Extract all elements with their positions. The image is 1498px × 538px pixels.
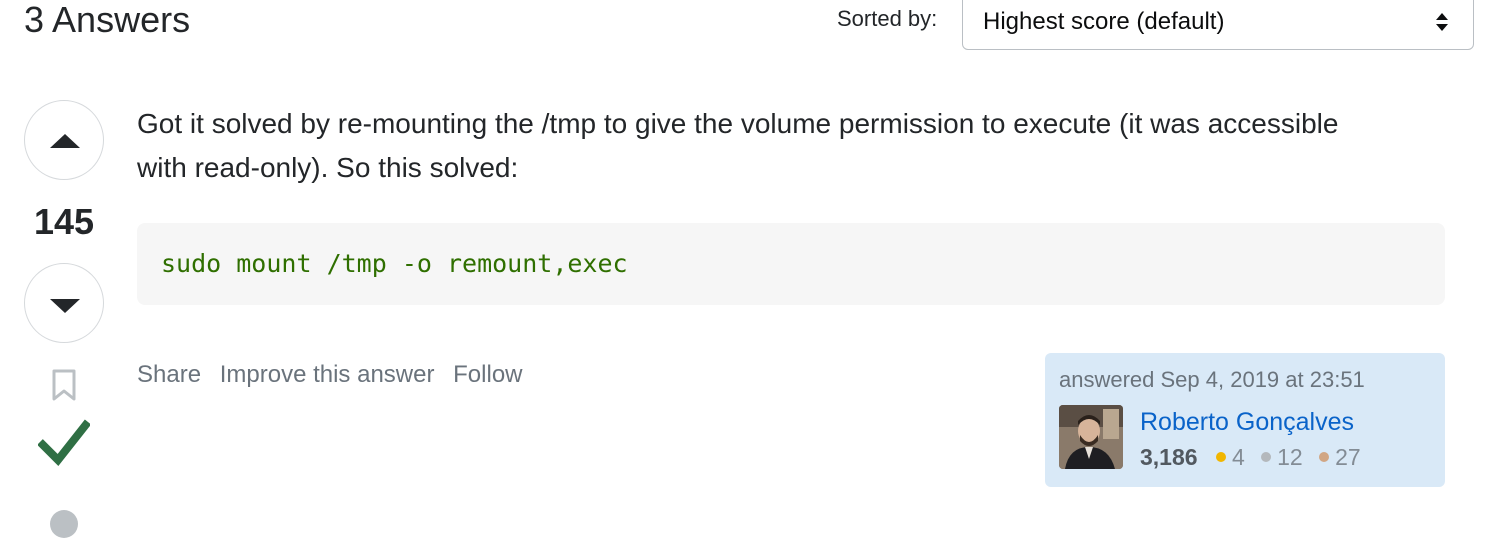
gold-badge-value: 4	[1231, 444, 1245, 470]
silver-badge-count: 12	[1261, 444, 1303, 470]
gold-badge-icon	[1215, 452, 1226, 462]
bronze-badge-count: 27	[1319, 444, 1361, 470]
sort-label: Sorted by:	[837, 6, 938, 31]
post-menu: Share Improve this answer Follow	[137, 358, 535, 392]
caret-down-icon	[50, 299, 80, 313]
code-snippet: sudo mount /tmp -o remount,exec	[161, 249, 628, 278]
caret-up-icon	[50, 134, 80, 148]
bronze-badge-value: 27	[1335, 444, 1361, 470]
answered-timestamp: answered Sep 4, 2019 at 23:51	[1059, 367, 1365, 392]
bookmark-icon[interactable]	[50, 368, 78, 402]
vote-count: 145	[33, 201, 95, 242]
improve-answer-link[interactable]: Improve this answer	[220, 361, 435, 388]
code-block: sudo mount /tmp -o remount,exec	[137, 223, 1445, 305]
silver-badge-icon	[1261, 452, 1272, 462]
sort-select[interactable]: Highest score (default)	[962, 0, 1474, 50]
gold-badge-count: 4	[1215, 444, 1245, 470]
reputation-score: 3,186	[1140, 444, 1198, 470]
follow-link[interactable]: Follow	[453, 361, 522, 388]
vote-down-button[interactable]	[24, 263, 104, 343]
select-arrows-icon	[1436, 13, 1448, 31]
user-avatar-image	[1059, 405, 1123, 469]
user-card: answered Sep 4, 2019 at 23:51 Roberto Go…	[1045, 353, 1445, 487]
avatar[interactable]	[1059, 405, 1123, 469]
share-link[interactable]: Share	[137, 361, 201, 388]
timeline-icon[interactable]	[50, 510, 78, 538]
answer-body-text: Got it solved by re-mounting the /tmp to…	[137, 108, 1339, 183]
answers-count-heading: 3 Answers	[24, 0, 191, 40]
silver-badge-value: 12	[1277, 444, 1303, 470]
sort-selected-value: Highest score (default)	[983, 8, 1225, 35]
user-name-link[interactable]: Roberto Gonçalves	[1140, 405, 1354, 439]
bronze-badge-icon	[1319, 452, 1330, 462]
user-stats: 3,186 4 12 27	[1140, 441, 1371, 473]
vote-up-button[interactable]	[24, 100, 104, 180]
checkmark-icon	[38, 419, 90, 467]
